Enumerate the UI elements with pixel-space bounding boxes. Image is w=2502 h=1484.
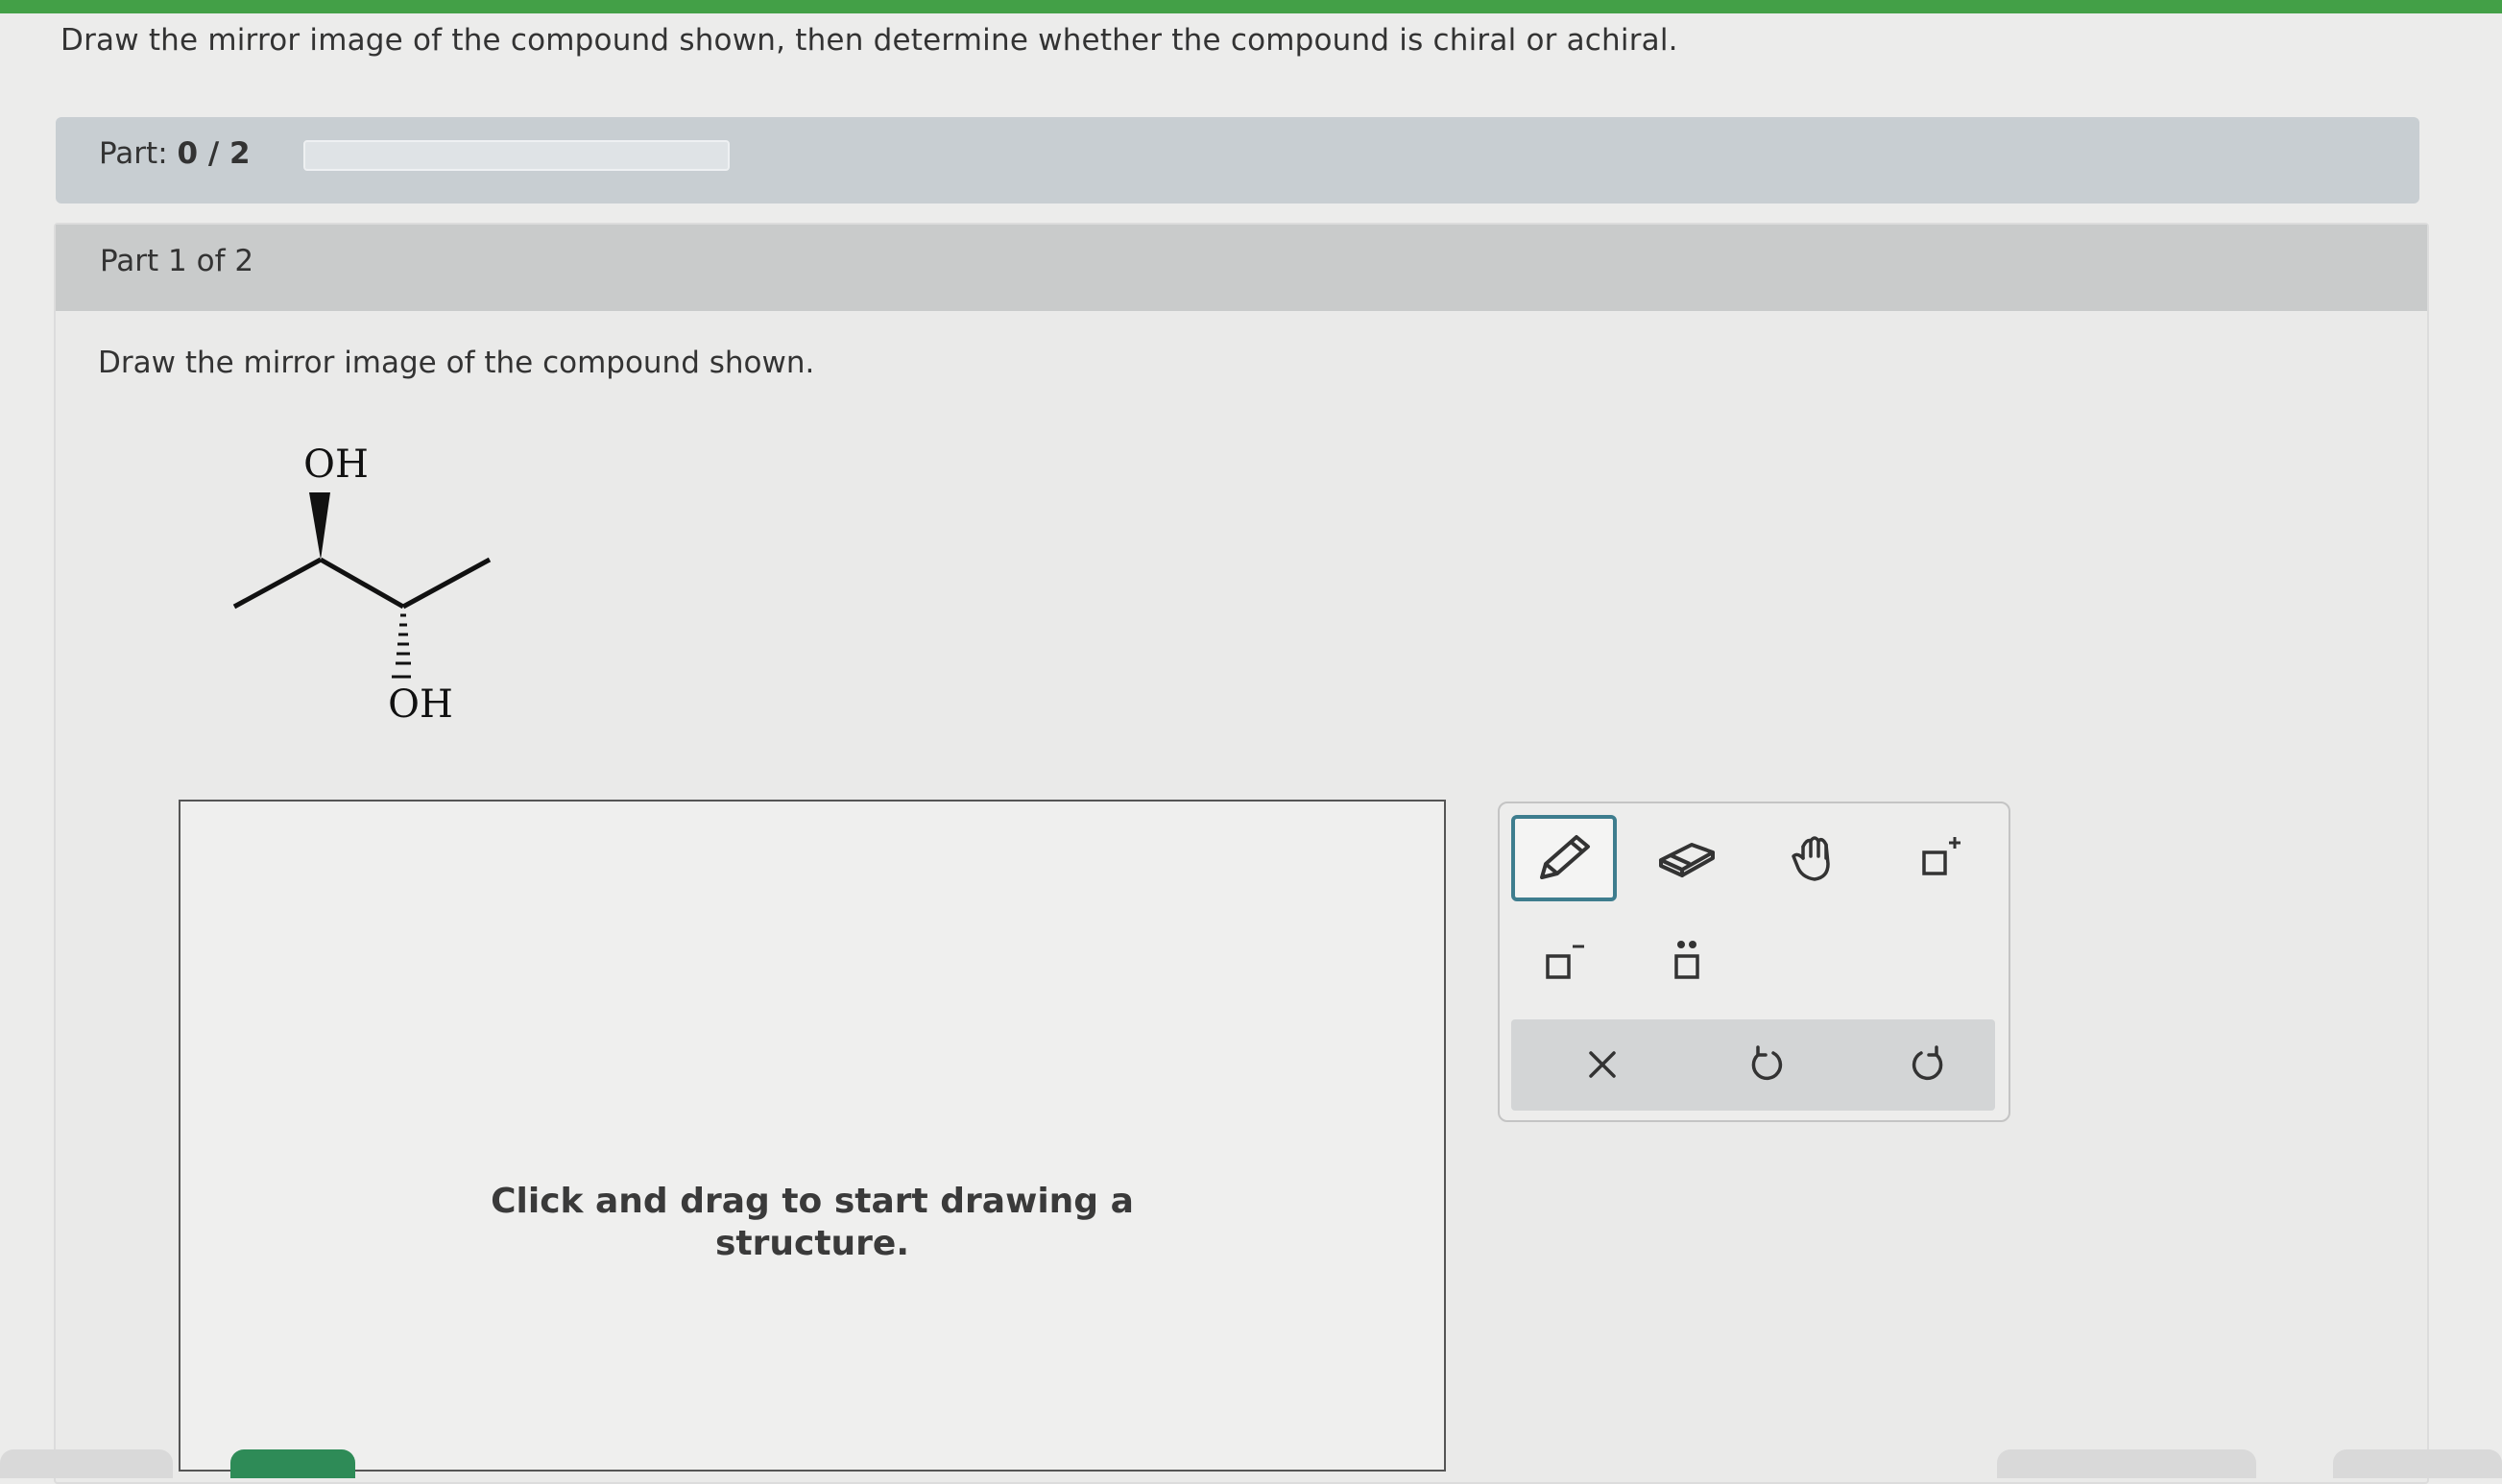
lone-pair-tool-button[interactable] bbox=[1634, 919, 1740, 1005]
canvas-hint: Click and drag to start drawing a struct… bbox=[180, 1181, 1444, 1265]
part-progress-label: Part: 0 / 2 bbox=[99, 136, 251, 171]
bottom-tab-1[interactable] bbox=[0, 1449, 173, 1478]
undo-icon bbox=[1751, 1045, 1783, 1081]
redo-icon bbox=[1912, 1045, 1943, 1081]
drawing-toolbar bbox=[1498, 802, 2010, 1122]
progress-track bbox=[303, 140, 730, 171]
hydroxyl-bottom-label: OH bbox=[388, 682, 453, 727]
canvas-hint-line1: Click and drag to start drawing a bbox=[491, 1182, 1134, 1221]
bond-right bbox=[401, 557, 492, 610]
drawing-canvas[interactable]: Click and drag to start drawing a struct… bbox=[179, 800, 1446, 1472]
hash-bond bbox=[396, 613, 411, 665]
top-accent-bar bbox=[0, 0, 2502, 13]
part-header: Part 1 of 2 bbox=[56, 225, 2427, 311]
negative-charge-icon bbox=[1546, 945, 1584, 979]
eraser-icon bbox=[1659, 843, 1715, 877]
compound-structure: OH OH bbox=[232, 443, 492, 727]
negative-charge-tool-button[interactable] bbox=[1511, 919, 1617, 1005]
positive-charge-tool-button[interactable] bbox=[1888, 815, 1993, 901]
positive-charge-icon bbox=[1922, 837, 1961, 875]
part-progress-bar: Part: 0 / 2 bbox=[56, 117, 2419, 203]
redo-button[interactable] bbox=[1876, 1021, 1982, 1108]
pencil-tool-button[interactable] bbox=[1511, 815, 1617, 901]
question-text: Draw the mirror image of the compound sh… bbox=[60, 23, 1678, 58]
bond-center bbox=[319, 557, 405, 610]
bottom-tab-3[interactable] bbox=[1997, 1449, 2256, 1478]
canvas-hint-line2: structure. bbox=[714, 1224, 910, 1263]
pencil-icon bbox=[1540, 835, 1590, 879]
bond-left bbox=[232, 557, 323, 610]
part-progress-prefix: Part: bbox=[99, 136, 168, 171]
undo-button[interactable] bbox=[1713, 1021, 1818, 1108]
wedge-bond bbox=[309, 492, 330, 560]
part-title: Part 1 of 2 bbox=[100, 244, 254, 278]
clear-icon bbox=[1589, 1051, 1616, 1078]
hydroxyl-top-label: OH bbox=[303, 443, 369, 487]
eraser-tool-button[interactable] bbox=[1634, 815, 1740, 901]
part-progress-value: 0 / 2 bbox=[177, 136, 251, 171]
hand-icon bbox=[1792, 836, 1830, 881]
bottom-tab-strip bbox=[0, 1440, 2502, 1478]
clear-button[interactable] bbox=[1550, 1021, 1655, 1108]
action-strip bbox=[1511, 1019, 1995, 1111]
hand-tool-button[interactable] bbox=[1765, 815, 1870, 901]
bottom-tab-2[interactable] bbox=[230, 1449, 355, 1478]
bottom-tab-4[interactable] bbox=[2333, 1449, 2502, 1478]
part-instruction: Draw the mirror image of the compound sh… bbox=[98, 346, 815, 380]
lone-pair-icon bbox=[1674, 941, 1699, 979]
